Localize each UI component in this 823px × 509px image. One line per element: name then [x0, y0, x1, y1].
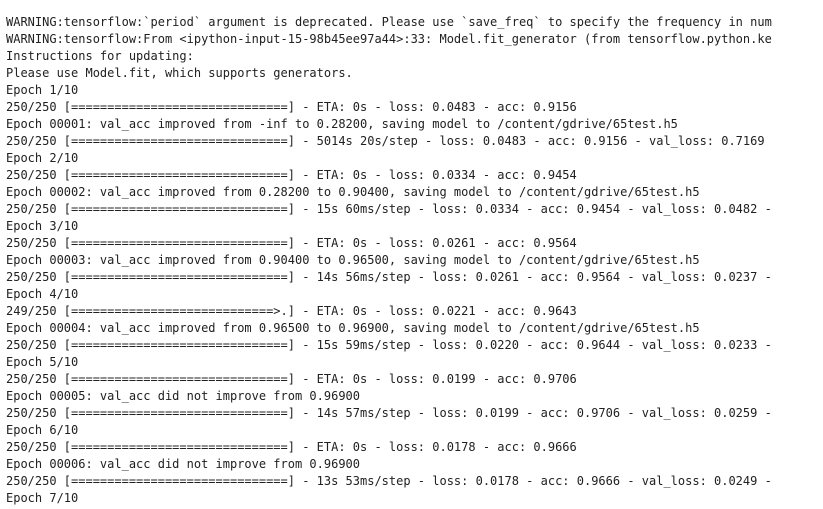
log-line-checkpoint: Epoch 00002: val_acc improved from 0.282…: [6, 185, 700, 199]
log-line-checkpoint: Epoch 00004: val_acc improved from 0.965…: [6, 321, 700, 335]
training-log-output: WARNING:tensorflow:`period` argument is …: [0, 0, 823, 509]
log-line-progress: 249/250 [============================>.]…: [6, 304, 577, 318]
log-line-epoch-header: Epoch 5/10: [6, 355, 79, 369]
log-line-epoch-header: Epoch 4/10: [6, 287, 79, 301]
log-line-progress: 250/250 [==============================]…: [6, 338, 772, 352]
log-line-checkpoint: Epoch 00001: val_acc improved from -inf …: [6, 117, 678, 131]
log-line-progress: 250/250 [==============================]…: [6, 100, 577, 114]
log-line-use-model-fit: Please use Model.fit, which supports gen…: [6, 66, 353, 80]
log-line-epoch-header: Epoch 6/10: [6, 423, 79, 437]
log-line-progress: 250/250 [==============================]…: [6, 202, 772, 216]
log-line-epoch-header: Epoch 3/10: [6, 219, 79, 233]
log-line-warning-fit-generator: WARNING:tensorflow:From <ipython-input-1…: [6, 32, 772, 46]
log-line-checkpoint: Epoch 00006: val_acc did not improve fro…: [6, 457, 361, 471]
log-line-epoch-header: Epoch 2/10: [6, 151, 79, 165]
log-line-epoch-header: Epoch 1/10: [6, 83, 79, 97]
log-line-progress: 250/250 [==============================]…: [6, 372, 577, 386]
log-line-progress: 250/250 [==============================]…: [6, 236, 577, 250]
log-line-progress: 250/250 [==============================]…: [6, 270, 772, 284]
log-line-progress: 250/250 [==============================]…: [6, 134, 765, 148]
log-line-progress: 250/250 [==============================]…: [6, 168, 577, 182]
log-line-checkpoint: Epoch 00005: val_acc did not improve fro…: [6, 389, 361, 403]
log-line-progress: 250/250 [==============================]…: [6, 406, 772, 420]
log-line-epoch-header: Epoch 7/10: [6, 491, 79, 505]
log-line-instructions: Instructions for updating:: [6, 49, 194, 63]
log-line-progress: 250/250 [==============================]…: [6, 474, 772, 488]
log-line-checkpoint: Epoch 00003: val_acc improved from 0.904…: [6, 253, 700, 267]
log-line-warning-period: WARNING:tensorflow:`period` argument is …: [6, 15, 772, 29]
log-line-progress: 250/250 [==============================]…: [6, 440, 577, 454]
